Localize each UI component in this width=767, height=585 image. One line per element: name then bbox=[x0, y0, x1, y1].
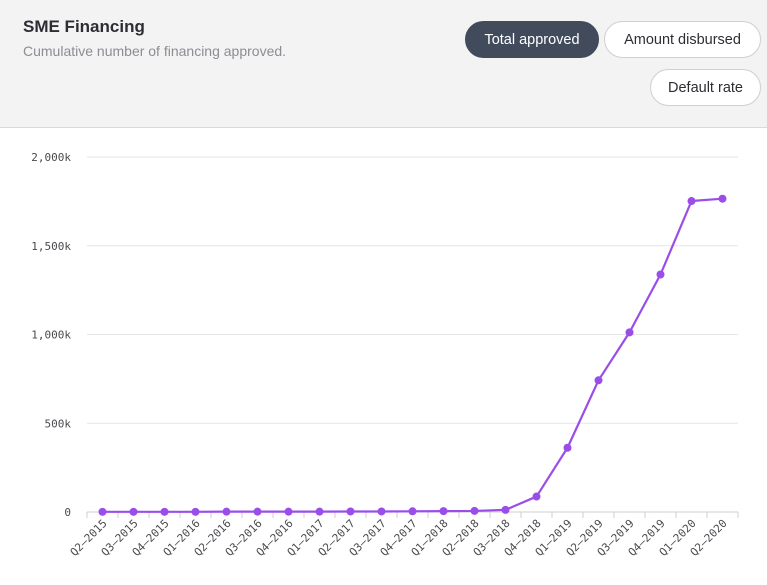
y-tick-label: 500k bbox=[45, 417, 72, 430]
data-point bbox=[470, 506, 479, 515]
gridlines bbox=[87, 156, 738, 513]
data-point bbox=[501, 505, 510, 514]
y-tick-label: 1,500k bbox=[31, 240, 71, 253]
data-point bbox=[253, 507, 262, 516]
data-point bbox=[315, 507, 324, 516]
y-tick-label: 2,000k bbox=[31, 151, 71, 164]
data-point bbox=[687, 197, 696, 206]
data-point bbox=[222, 507, 231, 516]
data-point bbox=[594, 376, 603, 385]
data-point bbox=[377, 507, 386, 516]
total-approved-button[interactable]: Total approved bbox=[465, 21, 599, 58]
data-point bbox=[191, 507, 200, 516]
data-point bbox=[563, 443, 572, 452]
chart-header: SME Financing Cumulative number of finan… bbox=[0, 0, 767, 128]
data-point bbox=[284, 507, 293, 516]
data-point bbox=[718, 194, 727, 203]
x-axis: Q2–2015Q3–2015Q4–2015Q1–2016Q2–2016Q3–20… bbox=[68, 512, 739, 559]
chart-title: SME Financing bbox=[23, 17, 145, 36]
data-point bbox=[532, 492, 541, 501]
chart-subtitle: Cumulative number of financing approved. bbox=[23, 43, 287, 59]
data-point bbox=[625, 328, 634, 337]
data-point bbox=[656, 270, 665, 279]
series-approved bbox=[98, 194, 727, 516]
data-point bbox=[129, 507, 138, 516]
y-axis: 0 500k 1,000k 1,500k 2,000k bbox=[31, 151, 71, 519]
data-point bbox=[98, 507, 107, 516]
amount-disbursed-button[interactable]: Amount disbursed bbox=[604, 21, 761, 58]
line-chart: 0 500k 1,000k 1,500k 2,000k Q2–2015Q3–2015Q4… bbox=[31, 151, 739, 559]
data-point bbox=[160, 507, 169, 516]
data-point bbox=[408, 507, 417, 516]
y-tick-label: 0 bbox=[64, 506, 71, 519]
y-tick-label: 1,000k bbox=[31, 329, 71, 342]
default-rate-button[interactable]: Default rate bbox=[650, 69, 761, 106]
data-point bbox=[346, 507, 355, 516]
data-point bbox=[439, 507, 448, 516]
